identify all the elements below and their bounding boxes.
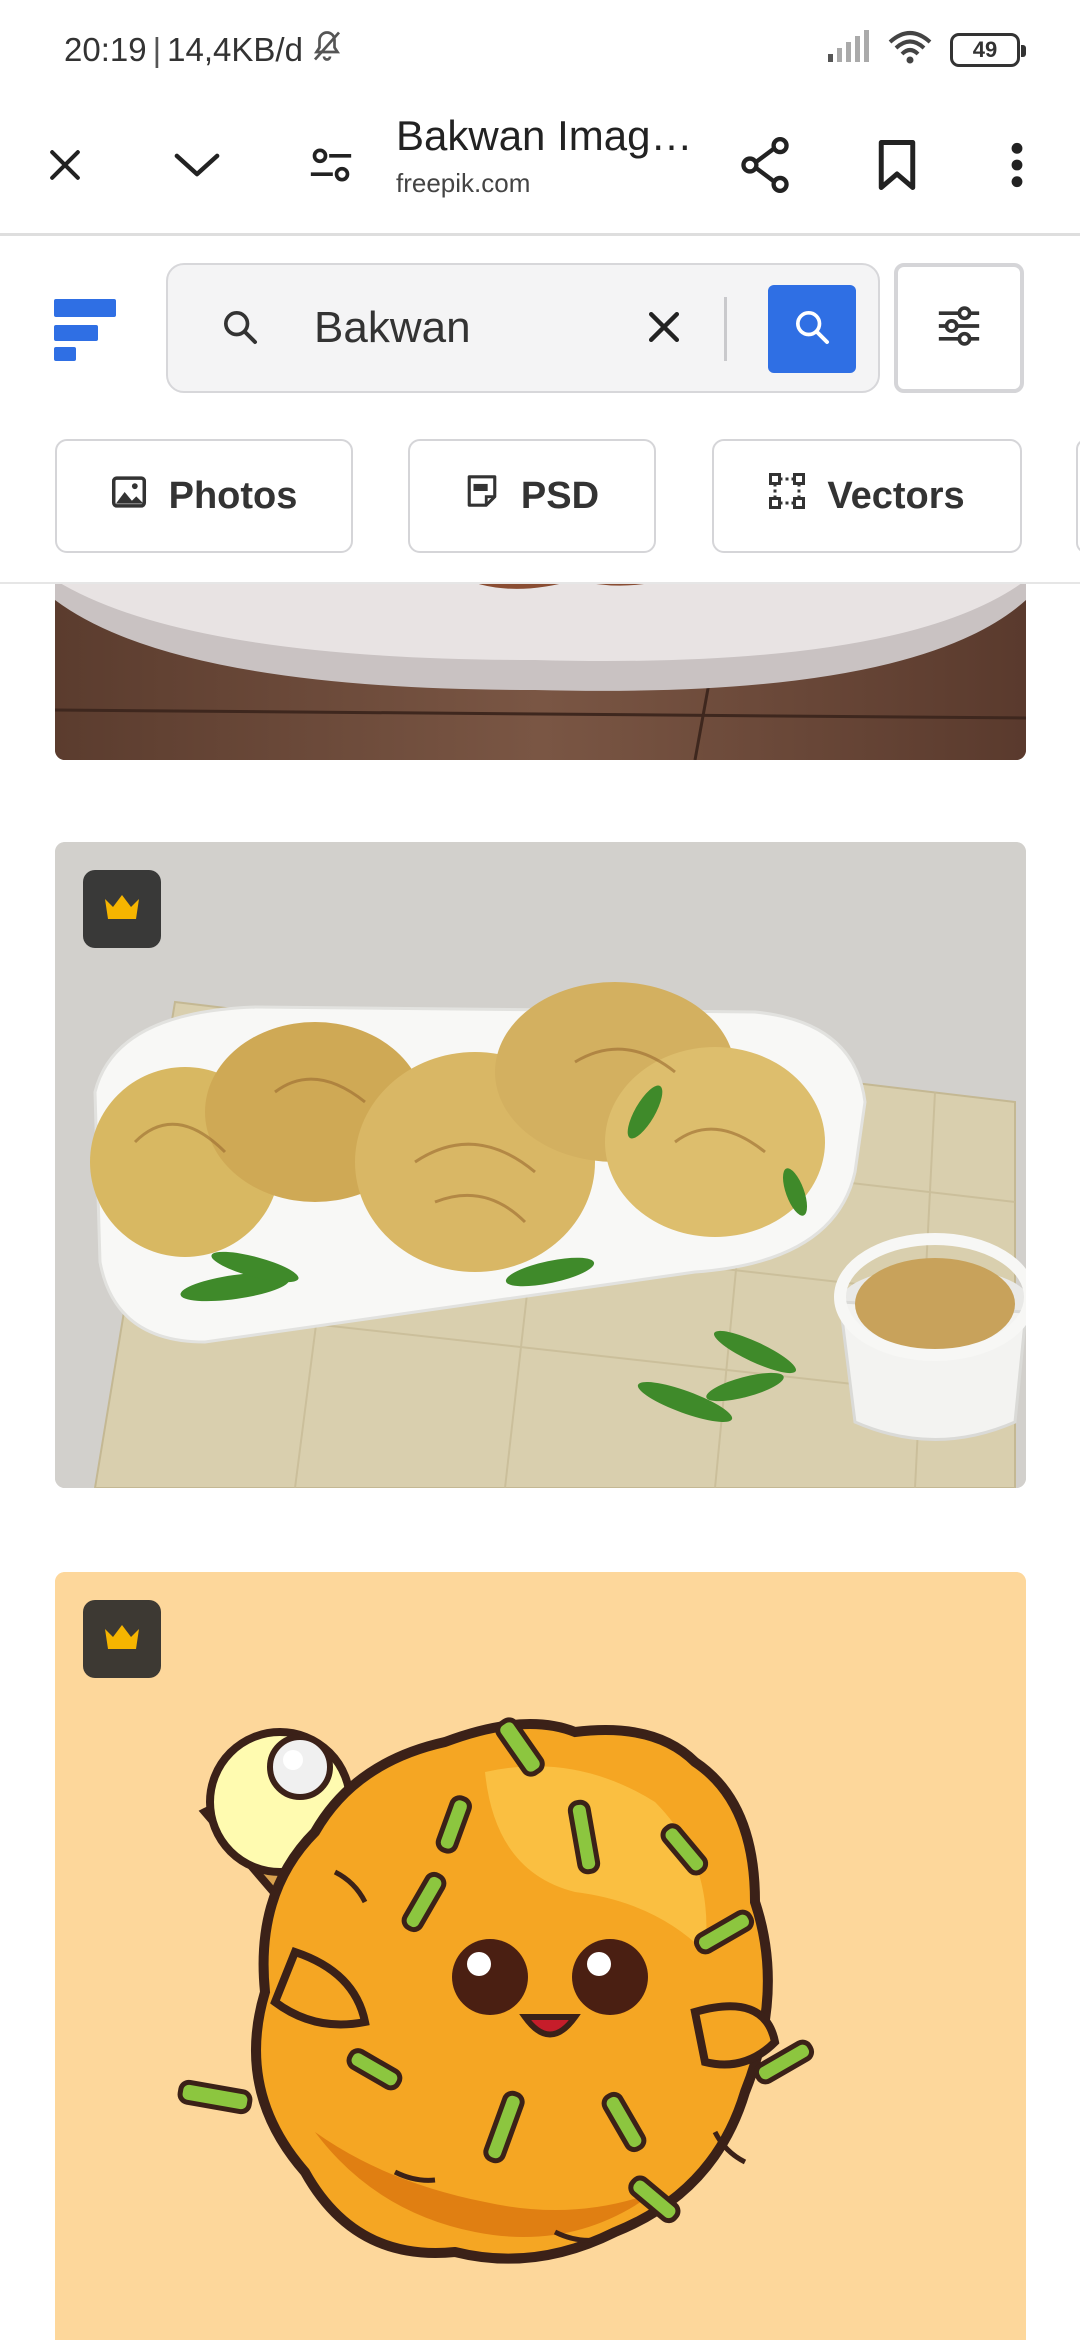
vector-icon	[769, 473, 806, 519]
premium-badge	[83, 870, 161, 948]
filters-button[interactable]	[894, 263, 1024, 393]
bookmark-icon	[876, 138, 918, 197]
more-vert-icon	[1007, 140, 1027, 195]
search-input[interactable]: Bakwan	[314, 303, 471, 353]
collapse-button[interactable]	[152, 122, 242, 212]
search-divider	[724, 297, 727, 361]
chip-label: Photos	[168, 474, 298, 517]
chip-label: PSD	[520, 474, 600, 517]
clear-icon	[642, 311, 686, 353]
freepik-logo[interactable]	[54, 299, 118, 363]
search-icon	[792, 307, 832, 352]
status-left: 20:19 | 14,4KB/d	[64, 28, 345, 72]
sliders-icon	[935, 304, 983, 353]
close-icon	[43, 143, 87, 192]
search-bar: Bakwan	[166, 263, 880, 393]
result-image-3[interactable]	[55, 1572, 1026, 2340]
food-photo-1	[55, 560, 1026, 760]
page-title-block[interactable]: Bakwan Imag… freepik.com	[396, 112, 706, 199]
tune-icon	[307, 143, 355, 192]
site-settings-button[interactable]	[286, 122, 376, 212]
chip-overflow-edge[interactable]	[1076, 439, 1080, 553]
search-submit-button[interactable]	[768, 285, 856, 373]
asset-type-chips: Photos PSD Vectors	[0, 439, 1080, 557]
chip-vectors[interactable]: Vectors	[712, 439, 1022, 553]
battery-indicator: 49	[950, 32, 1026, 67]
status-right: 49	[826, 30, 1026, 69]
crown-icon	[103, 1621, 141, 1658]
page-domain: freepik.com	[396, 168, 531, 198]
clear-search-button[interactable]	[642, 305, 686, 354]
cartoon-illustration	[55, 1572, 1026, 2340]
browser-toolbar: Bakwan Imag… freepik.com	[0, 100, 1080, 236]
wifi-icon	[888, 30, 932, 69]
crown-icon	[103, 891, 141, 928]
chip-label: Vectors	[827, 474, 965, 517]
food-photo-2	[55, 842, 1026, 1488]
status-separator: |	[152, 31, 162, 68]
bookmark-button[interactable]	[852, 122, 942, 212]
close-tab-button[interactable]	[20, 122, 110, 212]
signal-icon	[826, 30, 870, 69]
share-icon	[739, 136, 791, 198]
page-title: Bakwan Imag…	[396, 112, 693, 159]
premium-badge	[83, 1600, 161, 1678]
status-bar: 20:19 | 14,4KB/d 49	[0, 0, 1080, 100]
more-options-button[interactable]	[972, 122, 1062, 212]
chevron-down-icon	[171, 143, 223, 192]
network-speed: 14,4KB/d	[167, 31, 303, 68]
search-icon	[220, 307, 260, 352]
freepik-search-header: Bakwan Photos PSD Vectors	[0, 239, 1080, 584]
mute-icon	[309, 28, 345, 72]
share-button[interactable]	[720, 122, 810, 212]
chip-psd[interactable]: PSD	[408, 439, 656, 553]
result-image-1[interactable]	[55, 560, 1026, 760]
result-image-2[interactable]	[55, 842, 1026, 1488]
chip-photos[interactable]: Photos	[55, 439, 353, 553]
psd-icon	[465, 474, 499, 518]
image-icon	[111, 475, 147, 518]
status-time: 20:19	[64, 31, 147, 68]
